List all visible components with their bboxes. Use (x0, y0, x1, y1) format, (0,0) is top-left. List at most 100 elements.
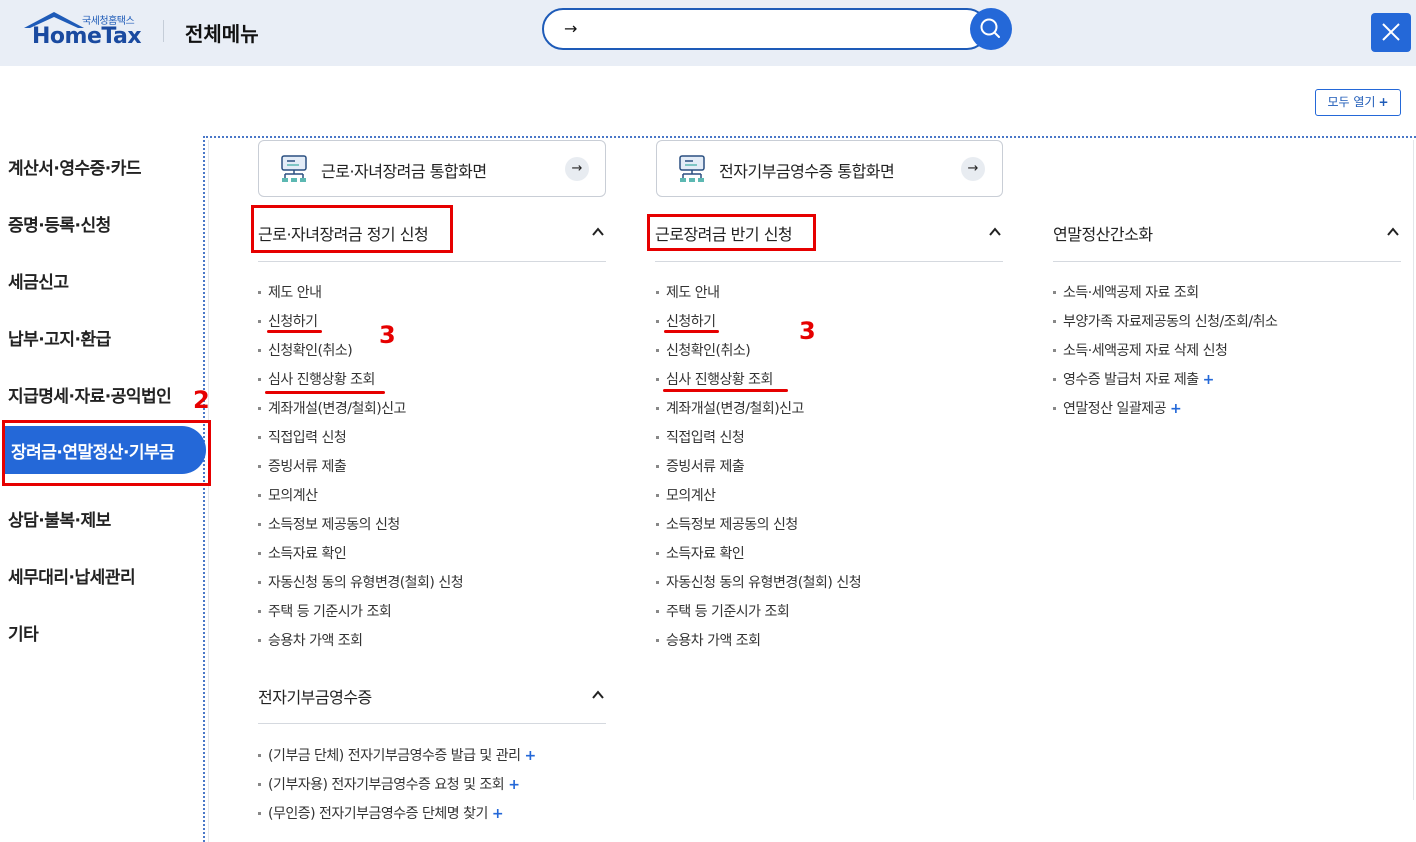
annotation-box-col2-title (647, 214, 816, 251)
menu-link-label: 소득정보 제공동의 신청 (666, 517, 798, 533)
menu-link[interactable]: 직접입력 신청 (268, 427, 347, 447)
annotation-box-sidebar (2, 420, 211, 486)
menu-link[interactable]: 소득자료 확인 (666, 543, 745, 563)
list-bullet (656, 291, 659, 294)
menu-link[interactable]: 심사 진행상황 조회 (268, 369, 375, 389)
list-bullet (258, 494, 261, 497)
sidebar-item-invoice[interactable]: 계산서·영수증·카드 (8, 154, 142, 179)
chevron-up-icon[interactable] (591, 225, 605, 239)
plus-icon[interactable]: + (1170, 401, 1182, 417)
menu-link-label: 계좌개설(변경/철회)신고 (268, 401, 406, 417)
menu-link[interactable]: 연말정산 일괄제공 + (1063, 398, 1182, 418)
menu-link[interactable]: 소득자료 확인 (268, 543, 347, 563)
menu-link-label: 소득·세액공제 자료 조회 (1063, 285, 1199, 301)
annotation-number: 3 (379, 321, 396, 349)
search-input[interactable]: → (542, 8, 988, 50)
menu-link[interactable]: 영수증 발급처 자료 제출 + (1063, 369, 1214, 389)
menu-link[interactable]: 증빙서류 제출 (666, 456, 745, 476)
section-divider (1053, 261, 1401, 262)
menu-link-label: (기부자용) 전자기부금영수증 요청 및 조회 (268, 777, 505, 793)
list-bullet (258, 407, 261, 410)
quick-card-donation[interactable]: 전자기부금영수증 통합화면 → (656, 140, 1003, 197)
list-bullet (258, 349, 261, 352)
menu-link[interactable]: 자동신청 동의 유형변경(철회) 신청 (666, 572, 862, 592)
menu-link[interactable]: 자동신청 동의 유형변경(철회) 신청 (268, 572, 464, 592)
menu-link-label: (기부금 단체) 전자기부금영수증 발급 및 관리 (268, 748, 521, 764)
menu-link-label: 제도 안내 (268, 285, 322, 301)
chevron-up-icon[interactable] (591, 688, 605, 702)
list-bullet (258, 320, 261, 323)
menu-link[interactable]: 제도 안내 (268, 282, 322, 302)
content-top-border (203, 136, 1416, 138)
sidebar-item-tax-agent[interactable]: 세무대리·납세관리 (8, 563, 136, 588)
menu-link-label: 신청확인(취소) (268, 343, 353, 359)
sidebar-item-payment[interactable]: 납부·고지·환급 (8, 325, 111, 350)
annotation-number: 3 (799, 317, 816, 345)
menu-link[interactable]: 심사 진행상황 조회 (666, 369, 773, 389)
menu-link[interactable]: 소득정보 제공동의 신청 (666, 514, 798, 534)
menu-link-label: 직접입력 신청 (666, 430, 745, 446)
menu-link[interactable]: 신청하기 (666, 311, 716, 331)
menu-link[interactable]: 신청확인(취소) (666, 340, 751, 360)
menu-link[interactable]: 제도 안내 (666, 282, 720, 302)
menu-link[interactable]: 증빙서류 제출 (268, 456, 347, 476)
menu-link[interactable]: 신청하기 (268, 311, 318, 331)
menu-link-label: 부양가족 자료제공동의 신청/조회/취소 (1063, 314, 1278, 330)
quick-card-incentive[interactable]: 근로·자녀장려금 통합화면 → (258, 140, 606, 197)
chevron-up-icon[interactable] (988, 225, 1002, 239)
menu-link[interactable]: 소득정보 제공동의 신청 (268, 514, 400, 534)
list-bullet (258, 581, 261, 584)
menu-link[interactable]: 계좌개설(변경/철회)신고 (268, 398, 406, 418)
close-button[interactable] (1371, 13, 1411, 52)
page-title: 전체메뉴 (185, 22, 259, 46)
menu-link[interactable]: 주택 등 기준시가 조회 (268, 601, 392, 621)
menu-link[interactable]: (기부자용) 전자기부금영수증 요청 및 조회 + (268, 774, 520, 794)
menu-link-label: 연말정산 일괄제공 (1063, 401, 1167, 417)
list-bullet (656, 378, 659, 381)
quick-card-label: 전자기부금영수증 통합화면 (719, 162, 895, 181)
menu-link-label: 자동신청 동의 유형변경(철회) 신청 (268, 575, 464, 591)
arrow-right-icon: → (961, 157, 985, 181)
menu-link[interactable]: 직접입력 신청 (666, 427, 745, 447)
menu-link-label: 심사 진행상황 조회 (268, 372, 375, 388)
sidebar-item-etc[interactable]: 기타 (8, 620, 39, 645)
menu-link[interactable]: 모의계산 (268, 485, 318, 505)
open-all-button[interactable]: 모두 열기 + (1315, 89, 1401, 116)
chevron-up-icon[interactable] (1386, 225, 1400, 239)
plus-icon: + (1378, 95, 1389, 109)
plus-icon[interactable]: + (508, 777, 520, 793)
plus-icon[interactable]: + (525, 748, 537, 764)
list-bullet (258, 552, 261, 555)
menu-link[interactable]: 계좌개설(변경/철회)신고 (666, 398, 804, 418)
menu-link[interactable]: 소득·세액공제 자료 조회 (1063, 282, 1199, 302)
plus-icon[interactable]: + (492, 806, 504, 822)
hometax-logo[interactable]: 국세청홈택스 HomeTax (24, 8, 142, 52)
menu-link[interactable]: 주택 등 기준시가 조회 (666, 601, 790, 621)
arrow-right-icon: → (565, 157, 589, 181)
section-title-year-end-settlement[interactable]: 연말정산간소화 (1053, 221, 1153, 245)
menu-link-label: 증빙서류 제출 (268, 459, 347, 475)
list-bullet (656, 465, 659, 468)
sidebar-item-payment-statement[interactable]: 지급명세·자료·공익법인 (8, 382, 172, 407)
header-divider (163, 20, 164, 42)
list-bullet (1053, 407, 1056, 410)
menu-link[interactable]: 부양가족 자료제공동의 신청/조회/취소 (1063, 311, 1278, 331)
menu-link-label: 소득자료 확인 (666, 546, 745, 562)
section-title-donation-receipt[interactable]: 전자기부금영수증 (258, 684, 372, 708)
menu-link[interactable]: (무인증) 전자기부금영수증 단체명 찾기 + (268, 803, 504, 823)
close-icon (1382, 23, 1400, 41)
sidebar-item-tax-report[interactable]: 세금신고 (8, 268, 69, 293)
list-bullet (656, 523, 659, 526)
sidebar-item-certificate[interactable]: 증명·등록·신청 (8, 211, 111, 236)
menu-link[interactable]: 신청확인(취소) (268, 340, 353, 360)
menu-link[interactable]: 승용차 가액 조회 (268, 630, 363, 650)
menu-link[interactable]: 모의계산 (666, 485, 716, 505)
menu-link[interactable]: (기부금 단체) 전자기부금영수증 발급 및 관리 + (268, 745, 536, 765)
menu-link-label: (무인증) 전자기부금영수증 단체명 찾기 (268, 806, 488, 822)
search-button[interactable] (970, 8, 1012, 50)
menu-link-label: 계좌개설(변경/철회)신고 (666, 401, 804, 417)
menu-link[interactable]: 승용차 가액 조회 (666, 630, 761, 650)
plus-icon[interactable]: + (1203, 372, 1215, 388)
sidebar-item-consult[interactable]: 상담·불복·제보 (8, 506, 111, 531)
menu-link[interactable]: 소득·세액공제 자료 삭제 신청 (1063, 340, 1228, 360)
